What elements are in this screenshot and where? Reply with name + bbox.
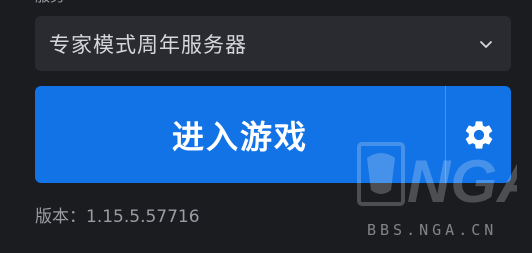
gear-icon [465, 120, 492, 149]
server-dropdown[interactable]: 专家模式周年服务器 [35, 16, 511, 71]
play-button-label: 进入游戏 [171, 117, 308, 156]
server-label: 服务 [35, 0, 65, 4]
game-settings-button[interactable] [446, 86, 511, 183]
server-dropdown-value: 专家模式周年服务器 [49, 32, 247, 57]
watermark-site: BBS.NGA.CN [367, 221, 498, 239]
launcher-panel: 服务 专家模式周年服务器 进入游戏 版本：1.15.5.57716 NGA BB… [0, 0, 532, 253]
version-text: 版本：1.15.5.57716 [35, 207, 200, 227]
chevron-down-icon [480, 40, 492, 48]
play-button-group: 进入游戏 [35, 86, 511, 183]
play-button[interactable]: 进入游戏 [35, 86, 445, 183]
